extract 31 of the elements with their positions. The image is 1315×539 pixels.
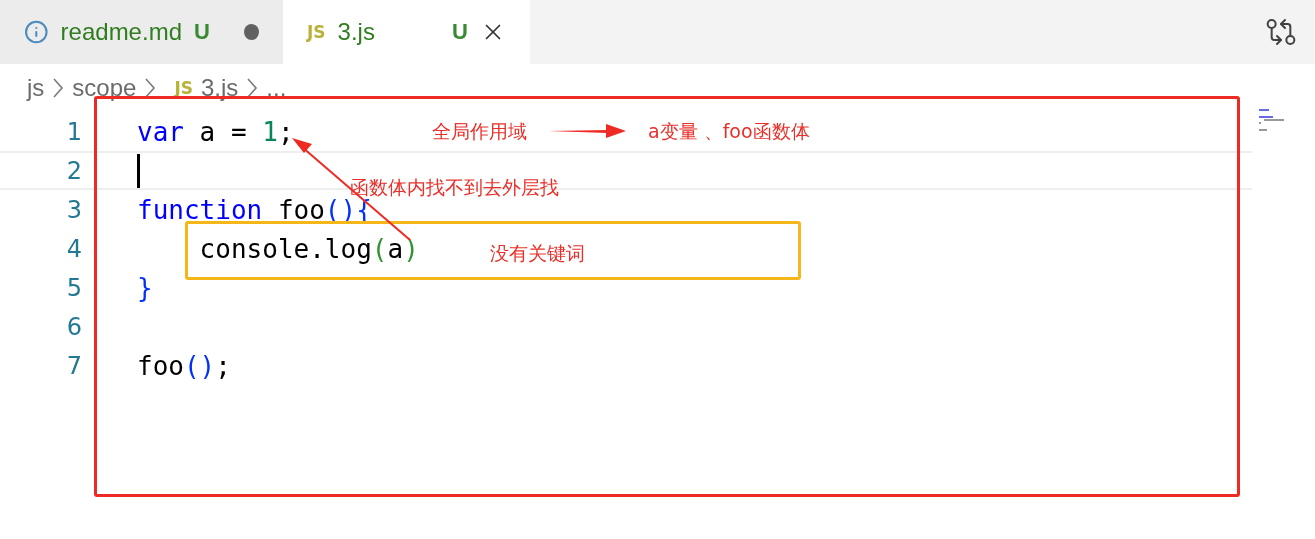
- breadcrumb-item[interactable]: scope: [72, 74, 137, 102]
- code-line: console.log(a): [198, 233, 419, 264]
- tab-label: 3.js: [337, 18, 376, 46]
- text-cursor: [137, 153, 140, 188]
- line-number: 1: [65, 117, 82, 146]
- js-file-icon: JS: [307, 22, 326, 42]
- info-icon: [24, 19, 49, 45]
- line-number: 5: [65, 273, 82, 302]
- editor-tab[interactable]: readme.md U: [0, 0, 283, 64]
- annotation-label: 全局作用域: [432, 119, 527, 144]
- line-number: 3: [65, 195, 82, 224]
- line-number: 7: [65, 351, 82, 380]
- git-status-label: U: [194, 19, 210, 45]
- breadcrumb-item[interactable]: js: [27, 74, 45, 102]
- line-number: 2: [65, 156, 82, 185]
- code-line: foo();: [137, 350, 231, 381]
- chevron-icon: [144, 77, 157, 99]
- breadcrumb-item[interactable]: 3.js: [200, 74, 239, 102]
- line-number: 6: [65, 312, 82, 341]
- annotation-label: a变量 、foo函数体: [648, 119, 810, 144]
- compare-changes-icon[interactable]: [1265, 16, 1297, 48]
- line-number: 4: [65, 234, 82, 263]
- editor-tab[interactable]: JS 3.js U: [283, 0, 530, 64]
- chevron-icon: [52, 77, 65, 99]
- breadcrumb-item[interactable]: ...: [266, 74, 287, 102]
- git-status-label: U: [452, 19, 468, 45]
- tab-label: readme.md: [60, 18, 182, 46]
- code-line: }: [137, 272, 153, 303]
- chevron-icon: [246, 77, 259, 99]
- code-line: var a = 1;: [137, 116, 294, 147]
- annotation-label: 没有关键词: [490, 241, 585, 266]
